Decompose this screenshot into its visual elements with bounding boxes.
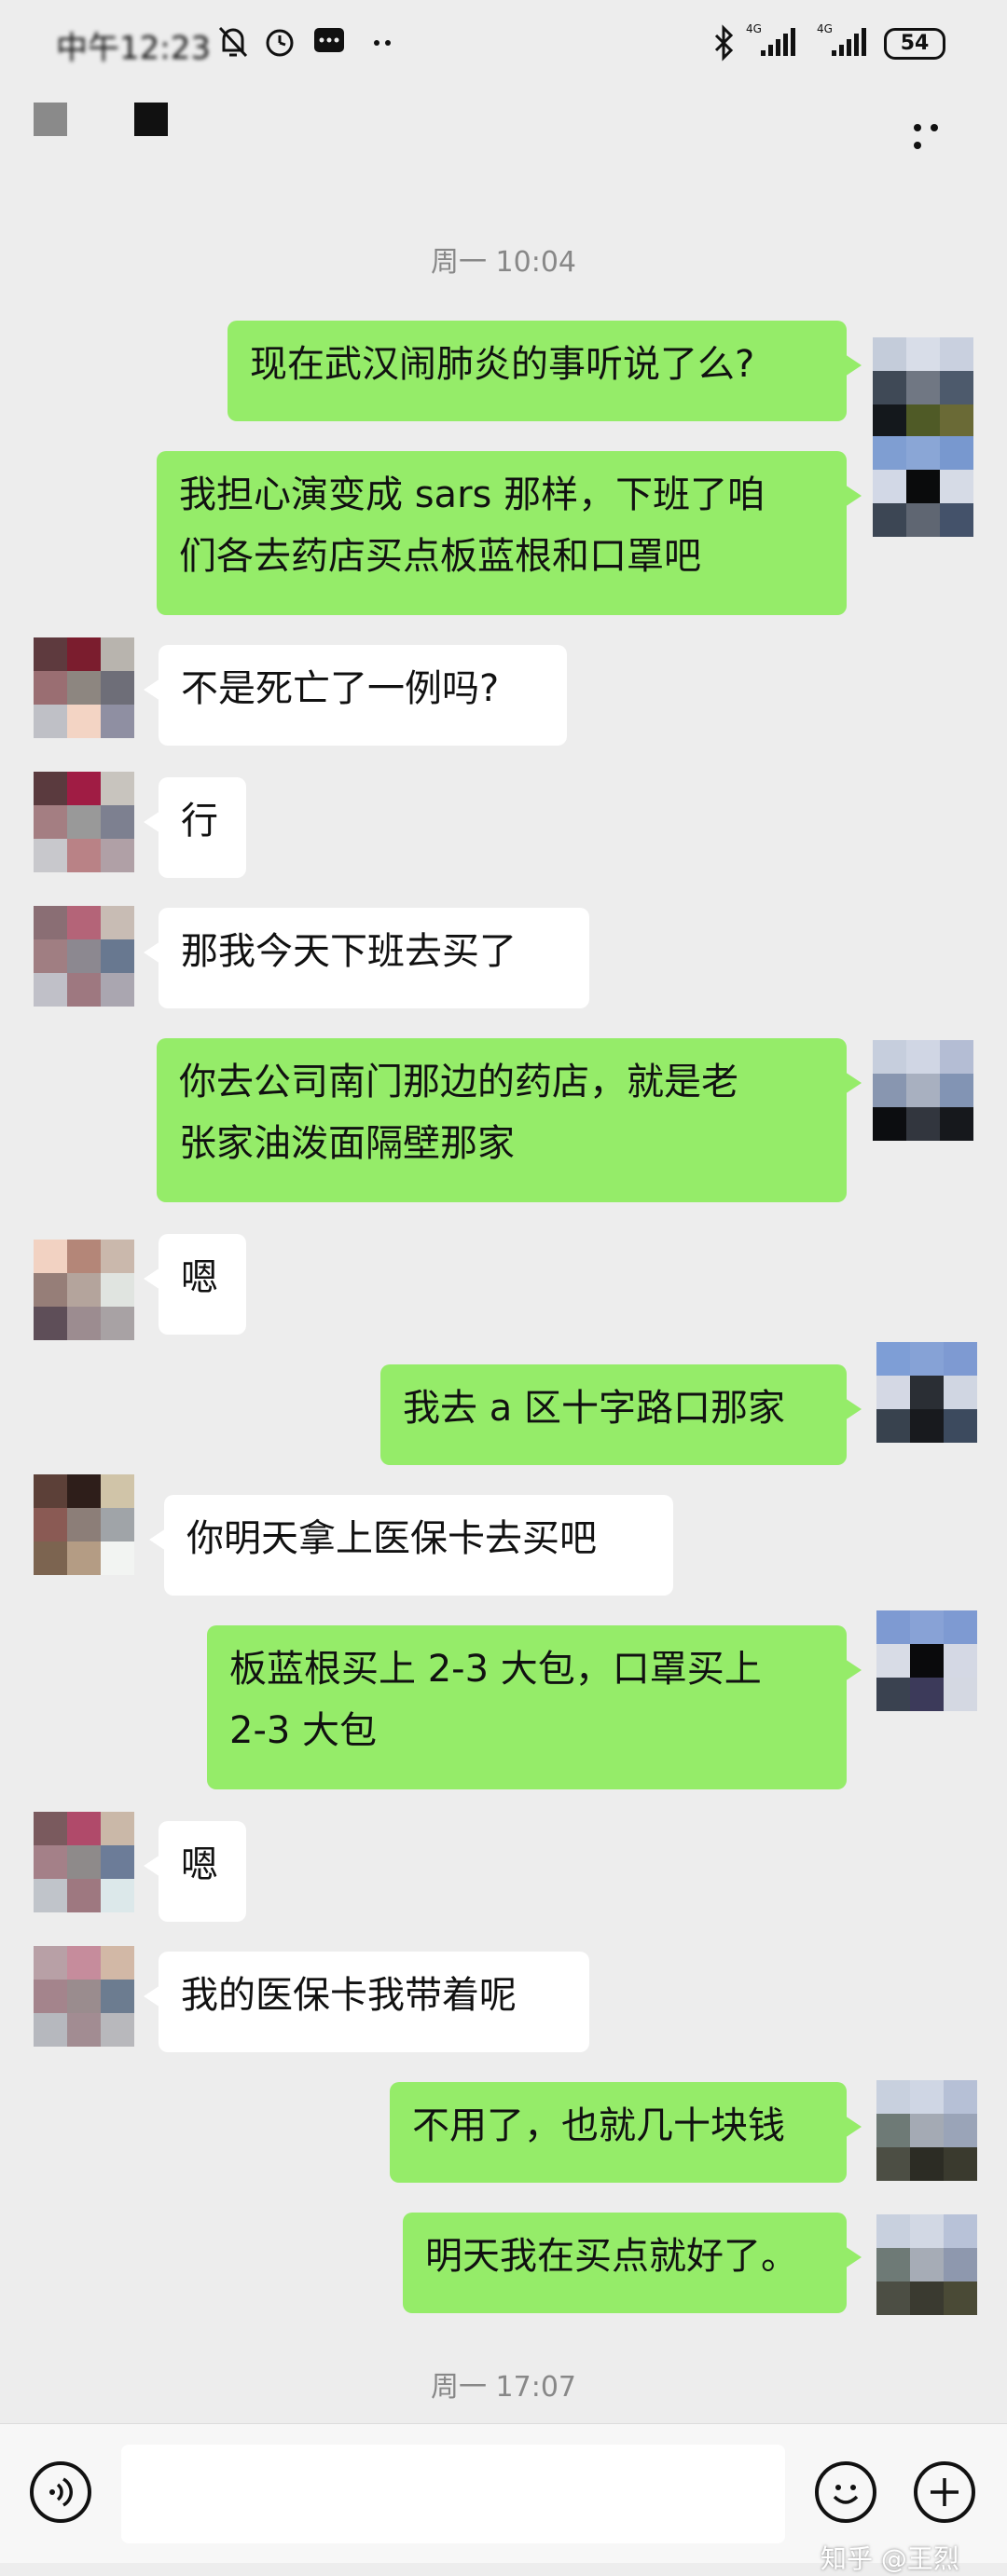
message-icon [314,28,344,52]
my-avatar[interactable] [873,337,973,438]
bluetooth-icon [714,24,734,62]
contact-avatar[interactable] [34,1946,134,2047]
contact-avatar[interactable] [34,1474,134,1575]
my-avatar[interactable] [876,1610,977,1711]
watermark: 知乎 @王烈 [821,2543,959,2574]
message-bubble-received[interactable]: 行 [144,777,246,878]
plus-icon [931,2478,959,2506]
timestamp: 周一 17:07 [431,2371,576,2404]
message-text: 明天我在买点就好了。 [425,2235,798,2278]
contact-avatar[interactable] [34,1240,134,1340]
my-avatar[interactable] [876,1342,977,1443]
my-avatar[interactable] [876,2080,977,2181]
message-text: 你明天拿上医保卡去买吧 [186,1517,597,1560]
my-avatar[interactable] [873,436,973,537]
message-text: 我担心演变成 sars 那样，下班了咱 [179,473,766,516]
contact-avatar[interactable] [34,772,134,872]
message-bubble-received[interactable]: 不是死亡了一例吗? [144,645,567,746]
my-avatar[interactable] [873,1040,973,1141]
message-bubble-sent[interactable]: 我担心演变成 sars 那样，下班了咱 们各去药店买点板蓝根和口罩吧 [157,451,862,615]
more-options-icon[interactable] [914,117,959,149]
signal-icon-2: 4G [817,22,873,60]
contact-avatar[interactable] [34,1812,134,1912]
message-text: 你去公司南门那边的药店，就是老 [179,1061,738,1103]
timestamp: 周一 10:04 [431,246,576,279]
voice-button[interactable] [30,2461,91,2523]
message-text: 不是死亡了一例吗? [181,667,500,710]
mute-icon [218,26,248,58]
message-text: 现在武汉闹肺炎的事听说了么? [250,343,755,386]
more-notifications-icon [374,40,391,46]
emoji-button[interactable] [815,2461,876,2523]
contact-avatar[interactable] [34,637,134,738]
message-text: 行 [181,800,218,843]
message-text: 们各去药店买点板蓝根和口罩吧 [179,535,701,578]
status-time: 中午12:23 [56,30,211,67]
message-bubble-sent[interactable]: 你去公司南门那边的药店，就是老 张家油泼面隔壁那家 [157,1038,862,1202]
message-bubble-received[interactable]: 我的医保卡我带着呢 [144,1952,589,2052]
message-text: 嗯 [181,1843,218,1886]
message-bubble-received[interactable]: 嗯 [144,1821,246,1922]
message-text: 嗯 [181,1256,218,1299]
back-placeholder[interactable] [34,103,67,136]
emoji-icon [833,2485,859,2504]
alarm-icon [266,29,294,57]
message-text: 张家油泼面隔壁那家 [179,1122,515,1165]
message-bubble-sent[interactable]: 板蓝根买上 2-3 大包，口罩买上 2-3 大包 [207,1625,862,1789]
message-bubble-received[interactable]: 嗯 [144,1234,246,1335]
voice-icon [49,2477,73,2507]
my-avatar[interactable] [876,2214,977,2315]
message-text: 2-3 大包 [229,1709,378,1752]
message-text: 板蓝根买上 2-3 大包，口罩买上 [229,1648,762,1691]
signal-icon-1: 4G [746,22,802,60]
message-bubble-received[interactable]: 那我今天下班去买了 [144,908,589,1008]
add-button[interactable] [914,2461,975,2523]
message-text: 不用了，也就几十块钱 [412,2104,785,2147]
battery-indicator: 54 [884,28,945,60]
message-input[interactable] [121,2445,785,2543]
contact-name-redacted [134,103,168,136]
chat-title-bar [0,89,1007,183]
message-bubble-sent[interactable]: 现在武汉闹肺炎的事听说了么? [228,321,862,421]
status-bar: 中午12:23 4G 4G 54 [0,0,1007,89]
message-bubble-sent[interactable]: 明天我在买点就好了。 [403,2213,862,2313]
message-bubble-received[interactable]: 你明天拿上医保卡去买吧 [149,1495,673,1596]
contact-avatar[interactable] [34,906,134,1007]
message-bubble-sent[interactable]: 我去 a 区十字路口那家 [380,1364,862,1465]
message-text: 那我今天下班去买了 [181,930,517,973]
message-text: 我去 a 区十字路口那家 [403,1387,785,1430]
message-text: 我的医保卡我带着呢 [181,1974,517,2017]
message-bubble-sent[interactable]: 不用了，也就几十块钱 [390,2082,862,2183]
